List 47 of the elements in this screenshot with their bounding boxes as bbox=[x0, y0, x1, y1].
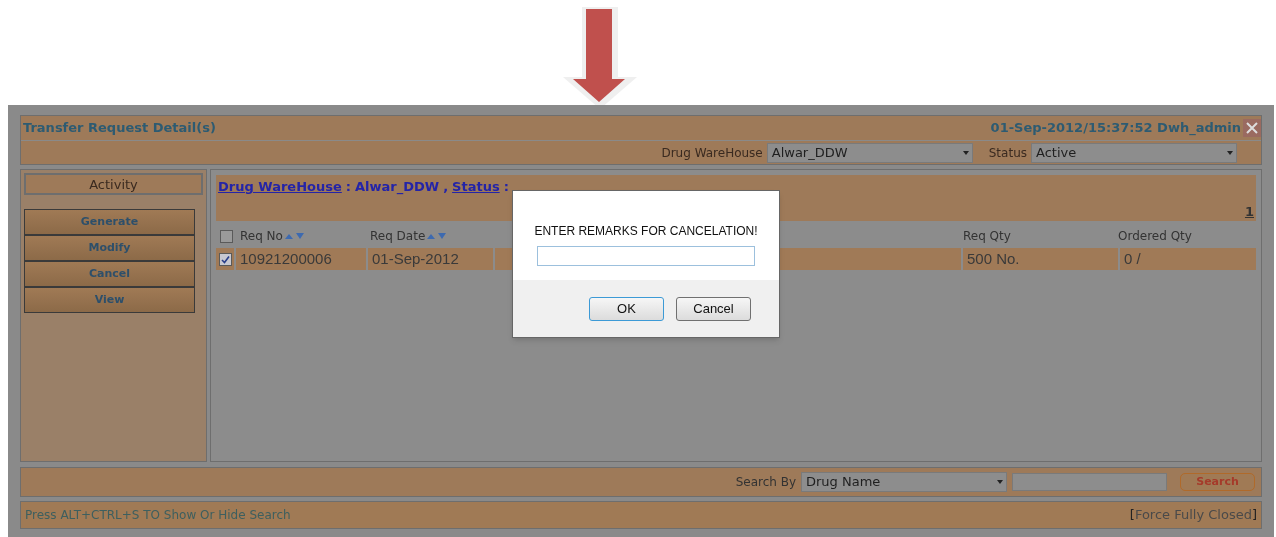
checkbox[interactable] bbox=[219, 229, 233, 243]
sidebar-heading: Activity bbox=[24, 173, 203, 195]
search-input[interactable] bbox=[1012, 473, 1167, 491]
dropdown-arrow-icon bbox=[1227, 150, 1233, 155]
bracket: [ bbox=[1129, 506, 1135, 525]
close-button[interactable] bbox=[1243, 119, 1261, 137]
checkmark-icon bbox=[220, 254, 230, 264]
dropdown-arrow-icon bbox=[962, 150, 969, 155]
dropdown[interactable]: Alwar_DDW bbox=[766, 142, 973, 163]
table-cell: 01-Sep-2012 bbox=[368, 248, 493, 270]
dialog-button[interactable]: Cancel bbox=[676, 296, 751, 321]
breadcrumb-value: Alwar_DDW bbox=[355, 178, 440, 197]
datetime-user: 01-Sep-2012/15:37:52 Dwh_admin bbox=[990, 119, 1241, 138]
table-cell: 10921200006 bbox=[236, 248, 366, 270]
dropdown-arrow-icon bbox=[997, 480, 1003, 484]
page-link[interactable]: 1 bbox=[1244, 201, 1254, 221]
filter-label: Status bbox=[988, 144, 1027, 162]
sort-arrows-icon bbox=[426, 231, 449, 241]
search-hint: Press ALT+CTRL+S TO Show Or Hide Search bbox=[25, 507, 291, 524]
dropdown[interactable]: Drug Name bbox=[801, 472, 1007, 492]
filter-label: Drug WareHouse bbox=[661, 144, 763, 162]
sort-arrows-icon bbox=[283, 231, 306, 241]
column-header[interactable]: Ordered Qty bbox=[1114, 227, 1192, 245]
table-cell: 500 No. bbox=[963, 248, 1118, 270]
column-header[interactable]: Req Date bbox=[366, 227, 449, 245]
window-title: Transfer Request Detail(s) bbox=[23, 119, 216, 138]
bracket: ] bbox=[1251, 506, 1257, 525]
force-closed-link[interactable]: Force Fully Closed bbox=[1134, 505, 1252, 525]
dialog-message: ENTER REMARKS FOR CANCELATION! bbox=[534, 223, 758, 240]
dropdown[interactable]: Active bbox=[1031, 142, 1237, 163]
sidebar-action-button[interactable]: Cancel bbox=[24, 261, 195, 287]
table-cell: 0 / bbox=[1120, 248, 1256, 270]
column-header[interactable]: Req Qty bbox=[959, 227, 1011, 245]
dialog-button[interactable]: OK bbox=[589, 296, 664, 321]
separator: , bbox=[443, 178, 449, 196]
remarks-input[interactable] bbox=[537, 246, 755, 266]
sidebar-action-button[interactable]: Generate bbox=[24, 209, 195, 235]
breadcrumb-link[interactable]: Drug WareHouse bbox=[218, 177, 342, 197]
checkbox[interactable] bbox=[218, 252, 232, 266]
column-header[interactable]: Req No bbox=[236, 227, 306, 245]
breadcrumb-link[interactable]: Status bbox=[452, 177, 500, 197]
sidebar-action-button[interactable]: Modify bbox=[24, 235, 195, 261]
separator: : bbox=[503, 178, 509, 196]
search-label: Search By bbox=[735, 474, 796, 491]
close-icon bbox=[1246, 122, 1258, 134]
sidebar-action-button[interactable]: View bbox=[24, 287, 195, 313]
separator: : bbox=[345, 178, 351, 196]
